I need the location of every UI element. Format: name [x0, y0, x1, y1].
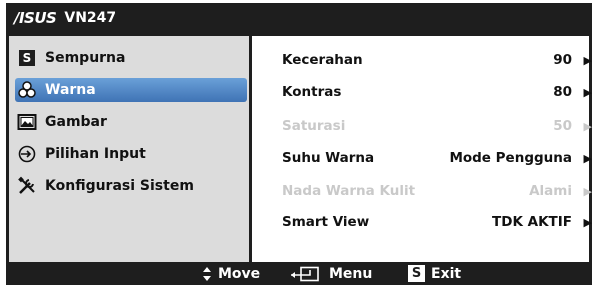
- setting-label: Kontras: [282, 84, 342, 100]
- setting-row-kontras[interactable]: Kontras 80 ▶: [282, 82, 592, 102]
- sidebar-item-pilihan-input[interactable]: Pilihan Input: [15, 142, 247, 166]
- setting-label: Saturasi: [282, 118, 346, 134]
- color-palette-icon: [17, 80, 37, 100]
- arrow-right-icon: ▶: [583, 53, 592, 67]
- sidebar-item-sempurna[interactable]: S Sempurna: [15, 46, 247, 70]
- arrow-right-icon: ▶: [583, 215, 592, 229]
- settings-panel: Kecerahan 90 ▶ Kontras 80 ▶ Saturasi 50 …: [252, 36, 592, 262]
- asus-logo: /ISUS: [14, 9, 57, 27]
- setting-label: Smart View: [282, 214, 370, 230]
- sidebar: S Sempurna Warna Gambar Pilihan Input Ko…: [9, 36, 249, 262]
- splendid-s-icon: S: [17, 48, 37, 68]
- sidebar-item-warna[interactable]: Warna: [15, 78, 247, 102]
- title-bar: /ISUS VN247: [6, 3, 592, 33]
- image-icon: [17, 112, 37, 132]
- setting-value: TDK AKTIF: [492, 214, 572, 230]
- exit-hint: S Exit: [408, 262, 461, 285]
- arrow-right-icon: ▶: [583, 151, 592, 165]
- enter-icon: [289, 266, 323, 282]
- sidebar-item-label: Warna: [45, 82, 96, 98]
- brand: /ISUS VN247: [14, 9, 117, 27]
- exit-label: Exit: [431, 265, 462, 282]
- menu-hint: Menu: [289, 262, 372, 285]
- arrow-right-icon: ▶: [583, 85, 592, 99]
- setting-row-suhu-warna[interactable]: Suhu Warna Mode Pengguna ▶: [282, 148, 592, 168]
- setting-value: 50: [553, 118, 572, 134]
- setting-label: Suhu Warna: [282, 150, 375, 166]
- menu-label: Menu: [329, 265, 373, 282]
- setting-value: Alami: [529, 183, 572, 199]
- model-name: VN247: [64, 10, 117, 26]
- sidebar-item-label: Pilihan Input: [45, 146, 146, 162]
- setting-label: Kecerahan: [282, 52, 363, 68]
- osd-menu: /ISUS VN247 S Sempurna Warna Gambar Pili…: [6, 3, 592, 285]
- arrow-right-icon: ▶: [583, 119, 592, 133]
- arrow-right-icon: ▶: [583, 184, 592, 198]
- move-hint: Move: [202, 262, 260, 285]
- setting-row-smart-view[interactable]: Smart View TDK AKTIF ▶: [282, 212, 592, 232]
- setting-value: 80: [553, 84, 572, 100]
- up-down-arrows-icon: [202, 266, 212, 282]
- setting-value: Mode Pengguna: [449, 150, 572, 166]
- splendid-s-key-icon: S: [408, 265, 425, 282]
- setting-label: Nada Warna Kulit: [282, 183, 416, 199]
- sidebar-item-gambar[interactable]: Gambar: [15, 110, 247, 134]
- input-select-icon: [17, 144, 37, 164]
- setting-row-saturasi: Saturasi 50 ▶: [282, 116, 592, 136]
- sidebar-item-label: Sempurna: [45, 50, 126, 66]
- setting-row-kecerahan[interactable]: Kecerahan 90 ▶: [282, 50, 592, 70]
- sidebar-item-konfigurasi-sistem[interactable]: Konfigurasi Sistem: [15, 174, 247, 198]
- sidebar-item-label: Gambar: [45, 114, 107, 130]
- footer-bar: Move Menu S Exit: [6, 262, 592, 285]
- setting-row-nada-warna-kulit: Nada Warna Kulit Alami ▶: [282, 181, 592, 201]
- tools-icon: [17, 176, 37, 196]
- sidebar-item-label: Konfigurasi Sistem: [45, 178, 194, 194]
- setting-value: 90: [553, 52, 572, 68]
- move-label: Move: [218, 265, 261, 282]
